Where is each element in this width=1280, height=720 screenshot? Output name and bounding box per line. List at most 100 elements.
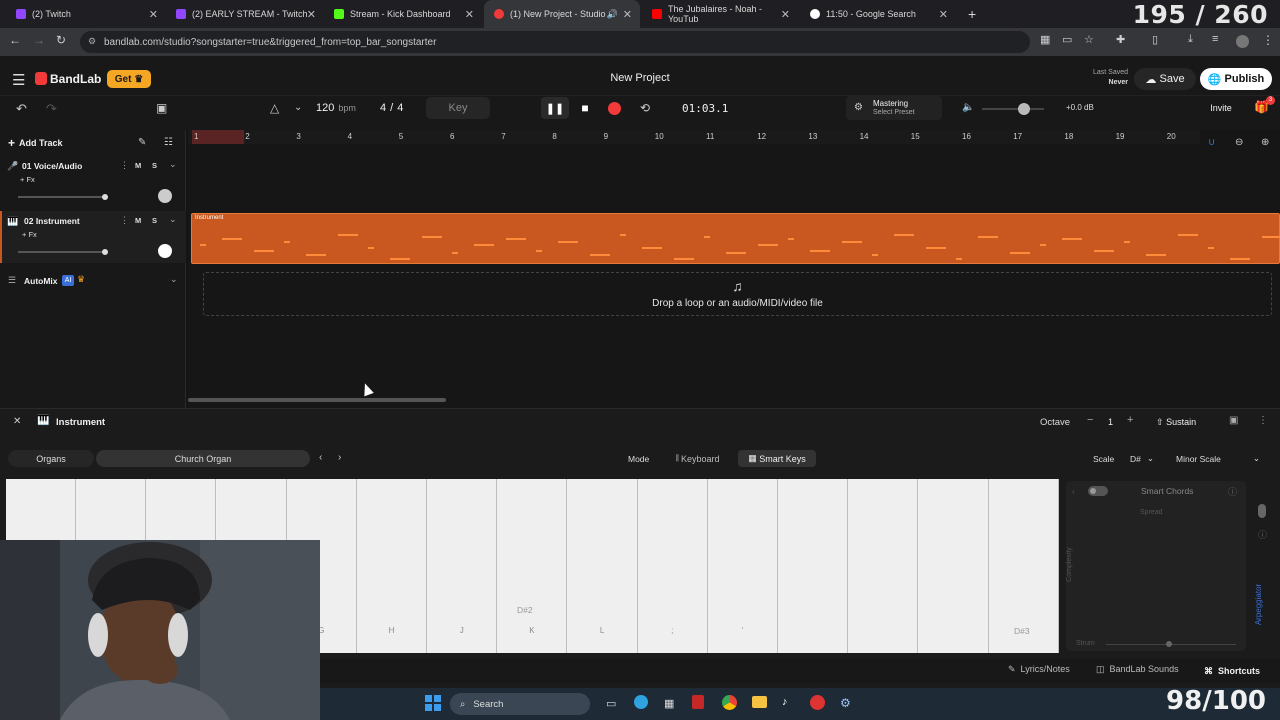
save-button[interactable]: ☁ Save	[1134, 68, 1196, 90]
chevron-down-icon[interactable]: ⌄	[170, 274, 178, 285]
browser-tab[interactable]: (2) EARLY STREAM - Twitch ✕	[166, 0, 324, 28]
lyrics-notes-button[interactable]: ✎ Lyrics/Notes	[1008, 664, 1070, 675]
media-icon[interactable]: ≡	[1212, 33, 1218, 45]
settings-sliders-icon[interactable]: ☷	[164, 137, 173, 148]
zoom-out-icon[interactable]: ⊖	[1235, 137, 1243, 148]
tools-icon[interactable]: ✎	[138, 137, 146, 148]
security-app-icon[interactable]	[692, 695, 704, 709]
windows-start-icon[interactable]	[425, 695, 441, 711]
forward-icon[interactable]: →	[33, 33, 45, 47]
next-preset-icon[interactable]: ›	[338, 452, 341, 463]
publish-button[interactable]: 🌐 Publish	[1200, 68, 1272, 90]
slider-handle[interactable]	[102, 194, 108, 200]
piano-white-key[interactable]	[918, 479, 989, 653]
add-fx-button[interactable]: + Fx	[20, 175, 35, 184]
chevron-down-icon[interactable]: ⌄	[169, 159, 177, 170]
edge-browser-icon[interactable]	[634, 695, 648, 709]
drop-zone[interactable]: ♫ Drop a loop or an audio/MIDI/video fil…	[203, 272, 1272, 316]
site-info-icon[interactable]: ⚙	[88, 36, 96, 47]
track-row-voice-audio[interactable]: 🎤 01 Voice/Audio ⋮ M S ⌄ + Fx	[0, 156, 186, 208]
url-field[interactable]: ⚙ bandlab.com/studio?songstarter=true&tr…	[80, 31, 1030, 53]
track-menu-icon[interactable]: ⋮	[120, 160, 129, 171]
info-icon[interactable]: ⓘ	[1228, 485, 1237, 498]
bookmark-star-icon[interactable]: ☆	[1084, 33, 1094, 46]
horizontal-scrollbar[interactable]	[188, 398, 446, 402]
solo-button[interactable]: S	[152, 161, 157, 170]
pan-knob[interactable]	[158, 189, 172, 203]
browser-tab-active[interactable]: (1) New Project - Studio 🔊 ✕	[484, 0, 640, 28]
record-button[interactable]	[608, 102, 621, 115]
track-name[interactable]: 02 Instrument	[24, 216, 80, 226]
piano-white-key[interactable]: K	[497, 479, 568, 653]
download-icon[interactable]: ⤓	[1188, 33, 1193, 46]
chevron-down-icon[interactable]: ⌄	[169, 214, 177, 225]
piano-white-key[interactable]: ;	[637, 479, 708, 653]
strum-slider[interactable]	[1106, 641, 1236, 647]
loop-icon[interactable]: ⟲	[634, 97, 656, 119]
piano-white-key[interactable]: L	[567, 479, 638, 653]
add-track-button[interactable]: + Add Track	[8, 135, 63, 151]
piano-white-key[interactable]: '	[708, 479, 778, 653]
close-tab-icon[interactable]: ✕	[307, 8, 316, 21]
zoom-in-icon[interactable]: ⊕	[1261, 137, 1269, 148]
octave-increase-button[interactable]: +	[1127, 414, 1133, 426]
slider-handle[interactable]	[102, 249, 108, 255]
profile-avatar[interactable]	[1236, 35, 1249, 48]
arpeggiator-toggle[interactable]	[1258, 504, 1266, 518]
metronome-icon[interactable]: △	[270, 101, 279, 115]
instrument-midi-region[interactable]: Instrument	[191, 213, 1280, 264]
keyboard-mode-button[interactable]: 𝄃 Keyboard	[662, 450, 734, 467]
track-volume-slider[interactable]	[18, 194, 108, 200]
cast-icon[interactable]: ▭	[1062, 33, 1072, 46]
back-icon[interactable]: ←	[9, 33, 21, 47]
info-icon[interactable]: ⓘ	[1258, 528, 1267, 541]
piano-white-key[interactable]: J	[427, 479, 498, 653]
master-volume-slider[interactable]	[982, 103, 1044, 115]
extensions-puzzle-icon[interactable]: ✚	[1116, 33, 1125, 46]
more-options-icon[interactable]: ⋮	[1258, 415, 1268, 426]
chevron-down-icon[interactable]: ⌄	[294, 102, 302, 113]
add-fx-button[interactable]: + Fx	[22, 230, 37, 239]
close-tab-icon[interactable]: ✕	[149, 8, 158, 21]
obs-app-icon[interactable]	[810, 695, 825, 710]
settings-gear-icon[interactable]: ⚙	[840, 696, 851, 710]
piano-white-key[interactable]	[778, 479, 849, 653]
close-tab-icon[interactable]: ✕	[781, 8, 790, 21]
piano-white-key[interactable]: H	[357, 479, 427, 653]
track-name[interactable]: 01 Voice/Audio	[22, 161, 82, 171]
file-explorer-icon[interactable]	[752, 696, 767, 708]
undo-icon[interactable]: ↶	[16, 101, 27, 117]
piano-white-key[interactable]	[848, 479, 919, 653]
new-tab-button[interactable]: +	[958, 0, 982, 28]
mixer-view-icon[interactable]: ▣	[156, 101, 167, 115]
layout-icon[interactable]: ▣	[1229, 415, 1238, 426]
tempo-field[interactable]: 120 bpm	[316, 96, 366, 120]
bandlab-sounds-button[interactable]: ◫ BandLab Sounds	[1096, 664, 1179, 675]
browser-tab[interactable]: Stream - Kick Dashboard ✕	[324, 0, 482, 28]
chevron-left-icon[interactable]: ‹	[1072, 487, 1075, 496]
smart-chords-toggle[interactable]	[1088, 486, 1108, 496]
speaker-icon[interactable]: 🔊	[607, 9, 618, 20]
timeline-area[interactable]	[188, 130, 1280, 408]
stop-button[interactable]: ■	[573, 97, 597, 119]
mute-button[interactable]: M	[135, 216, 141, 225]
instrument-preset-selector[interactable]: Church Organ	[96, 450, 310, 467]
pause-button[interactable]: ❚❚	[541, 97, 569, 119]
slider-handle[interactable]	[1166, 641, 1172, 647]
playhead-loop-marker[interactable]	[192, 130, 244, 144]
mute-button[interactable]: M	[135, 161, 141, 170]
sustain-button[interactable]: ⇧ Sustain	[1156, 414, 1214, 430]
extension-icon[interactable]: ▦	[1040, 33, 1050, 46]
taskbar-search[interactable]: ⌕ Search	[450, 693, 590, 715]
magnet-snap-icon[interactable]: ∪	[1208, 137, 1215, 148]
close-tab-icon[interactable]: ✕	[623, 8, 632, 21]
browser-tab[interactable]: The Jubalaires - Noah - YouTub ✕	[642, 0, 798, 28]
scale-type-select[interactable]: Minor Scale ⌄	[1170, 450, 1266, 467]
task-view-icon[interactable]: ▭	[606, 697, 616, 710]
time-signature-field[interactable]: 4 / 4	[380, 96, 414, 120]
octave-decrease-button[interactable]: −	[1087, 414, 1093, 426]
chrome-icon[interactable]	[722, 695, 737, 710]
smart-keys-mode-button[interactable]: ▦ Smart Keys	[738, 450, 816, 467]
close-tab-icon[interactable]: ✕	[465, 8, 474, 21]
menu-kebab-icon[interactable]: ⋮	[1262, 33, 1274, 47]
